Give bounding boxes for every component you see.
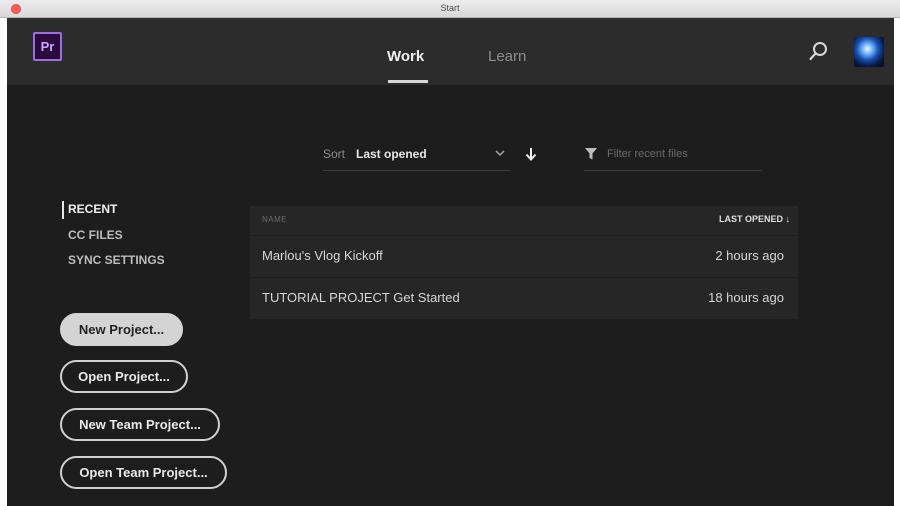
sidebar-item-sync-settings[interactable]: SYNC SETTINGS (68, 253, 165, 267)
table-row[interactable]: Marlou's Vlog Kickoff 2 hours ago (250, 236, 798, 277)
table-row[interactable]: TUTORIAL PROJECT Get Started 18 hours ag… (250, 278, 798, 319)
open-project-button[interactable]: Open Project... (60, 360, 188, 393)
open-team-project-button[interactable]: Open Team Project... (60, 456, 227, 489)
last-opened-time: 2 hours ago (715, 248, 784, 263)
filter-underline (584, 170, 762, 171)
new-project-button[interactable]: New Project... (60, 313, 183, 346)
search-icon[interactable] (808, 40, 830, 62)
table-header: NAME LAST OPENED ↓ (250, 206, 798, 235)
file-name: TUTORIAL PROJECT Get Started (262, 290, 460, 305)
sort-label: Sort (323, 147, 346, 161)
tab-learn[interactable]: Learn (488, 48, 526, 65)
sort-control[interactable]: Sort Last opened (323, 145, 543, 171)
window-titlebar: Start (0, 0, 900, 18)
file-name: Marlou's Vlog Kickoff (262, 248, 383, 263)
column-header-name[interactable]: NAME (262, 215, 287, 224)
sort-value[interactable]: Last opened (356, 147, 427, 161)
tab-work[interactable]: Work (387, 48, 424, 65)
sidebar-item-cc-files[interactable]: CC FILES (68, 228, 123, 242)
new-team-project-button[interactable]: New Team Project... (60, 408, 220, 441)
sort-underline (323, 170, 511, 171)
user-avatar[interactable] (854, 37, 884, 67)
top-bar: Pr Work Learn (7, 18, 894, 85)
start-screen: Pr Work Learn Sort Last opened RECENT CC (7, 18, 894, 506)
arrow-down-icon[interactable] (524, 146, 538, 162)
active-tab-indicator (388, 80, 428, 83)
last-opened-time: 18 hours ago (708, 290, 784, 305)
filter-icon (585, 148, 597, 160)
filter-input[interactable] (607, 145, 757, 163)
premiere-logo: Pr (33, 32, 62, 61)
filter-field[interactable] (584, 145, 762, 171)
column-header-last-opened[interactable]: LAST OPENED ↓ (719, 214, 790, 224)
sidebar-item-recent[interactable]: RECENT (68, 202, 117, 216)
chevron-down-icon[interactable] (493, 145, 507, 161)
nav-active-indicator (62, 201, 64, 219)
window-title: Start (440, 3, 460, 13)
